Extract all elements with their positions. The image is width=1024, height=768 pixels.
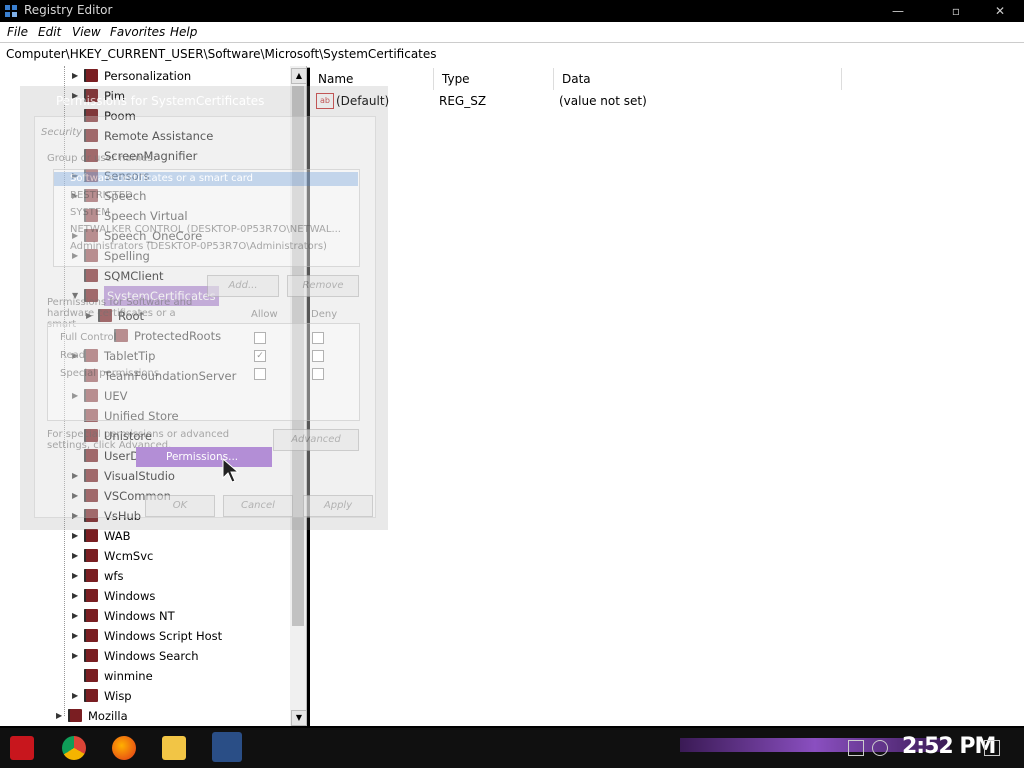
clock[interactable]: 2:52 PM bbox=[902, 734, 996, 759]
add-button[interactable]: Add... bbox=[207, 275, 279, 297]
tree-item-label: winmine bbox=[104, 669, 153, 683]
file-explorer-icon[interactable] bbox=[162, 736, 186, 760]
scroll-up-icon[interactable]: ▲ bbox=[291, 68, 307, 84]
registry-editor-icon bbox=[5, 5, 17, 17]
folder-icon bbox=[84, 69, 98, 82]
tree-item[interactable]: ▶ Mozilla bbox=[56, 706, 300, 726]
minimize-button[interactable]: — bbox=[878, 2, 918, 20]
registry-editor-taskbar-icon[interactable] bbox=[212, 732, 242, 762]
advanced-button[interactable]: Advanced bbox=[273, 429, 359, 451]
tree-item-label: Mozilla bbox=[88, 709, 128, 723]
user-item[interactable]: Software certificates or a smart card bbox=[70, 173, 253, 184]
deny-read-checkbox[interactable] bbox=[312, 350, 324, 362]
group-label: Group or user names: bbox=[47, 153, 156, 164]
folder-icon bbox=[84, 649, 98, 662]
folder-icon bbox=[84, 529, 98, 542]
menu-view[interactable]: View bbox=[72, 25, 101, 39]
close-button[interactable]: ✕ bbox=[980, 2, 1020, 20]
tree-item[interactable]: ▶ Personalization bbox=[72, 66, 300, 86]
folder-icon bbox=[84, 609, 98, 622]
tree-item-label: Wisp bbox=[104, 689, 132, 703]
deny-full-checkbox[interactable] bbox=[312, 332, 324, 344]
tree-item-label: Windows Search bbox=[104, 649, 199, 663]
remove-button[interactable]: Remove bbox=[287, 275, 359, 297]
tree-item-label: WcmSvc bbox=[104, 549, 154, 563]
tree-item[interactable]: ▶ Windows bbox=[72, 586, 300, 606]
network-icon[interactable] bbox=[848, 740, 864, 756]
folder-icon bbox=[68, 709, 82, 722]
tree-item-label: Windows Script Host bbox=[104, 629, 223, 643]
allow-full-checkbox[interactable] bbox=[254, 332, 266, 344]
start-icon[interactable] bbox=[10, 736, 34, 760]
values-list[interactable]: Name Type Data ab (Default) REG_SZ (valu… bbox=[310, 66, 1024, 726]
tab-security[interactable]: Security bbox=[41, 127, 82, 138]
menu-bar: File Edit View Favorites Help bbox=[0, 22, 1024, 42]
user-item[interactable]: SYSTEM bbox=[70, 207, 110, 218]
deny-header: Deny bbox=[311, 309, 338, 320]
folder-icon bbox=[84, 569, 98, 582]
menu-help[interactable]: Help bbox=[170, 25, 197, 39]
menu-edit[interactable]: Edit bbox=[38, 25, 61, 39]
expand-arrow-icon[interactable]: ▶ bbox=[72, 686, 82, 706]
tree-item[interactable]: ▶ WcmSvc bbox=[72, 546, 300, 566]
volume-icon[interactable] bbox=[872, 740, 888, 756]
tree-item[interactable]: ▶ Wisp bbox=[72, 686, 300, 706]
address-path: Computer\HKEY_CURRENT_USER\Software\Micr… bbox=[6, 47, 437, 61]
menu-favorites[interactable]: Favorites bbox=[110, 25, 165, 39]
notifications-icon[interactable] bbox=[984, 740, 1000, 756]
allow-special-checkbox[interactable] bbox=[254, 368, 266, 380]
user-list[interactable]: Software certificates or a smart card RE… bbox=[53, 169, 360, 267]
menu-file[interactable]: File bbox=[7, 25, 28, 39]
folder-icon bbox=[84, 689, 98, 702]
scroll-down-icon[interactable]: ▼ bbox=[291, 710, 307, 726]
maximize-button[interactable]: ▫ bbox=[936, 2, 976, 20]
apply-button[interactable]: Apply bbox=[303, 495, 373, 517]
column-header-type[interactable]: Type bbox=[434, 68, 554, 90]
expand-arrow-icon[interactable]: ▶ bbox=[72, 566, 82, 586]
mouse-cursor-icon bbox=[222, 458, 240, 483]
allow-header: Allow bbox=[251, 309, 278, 320]
dialog-title: Permissions for SystemCertificates bbox=[56, 94, 265, 108]
title-bar: Registry Editor — ▫ ✕ bbox=[0, 0, 1024, 22]
folder-icon bbox=[84, 589, 98, 602]
column-header-data[interactable]: Data bbox=[554, 68, 842, 90]
tree-item[interactable]: ▶ Windows Script Host bbox=[72, 626, 300, 646]
taskbar: 2:52 PM bbox=[0, 728, 1024, 768]
perm-read: Read bbox=[60, 350, 86, 361]
cancel-button[interactable]: Cancel bbox=[223, 495, 293, 517]
folder-icon bbox=[84, 629, 98, 642]
permissions-box: Full Control Read Special permissions ✓ bbox=[47, 323, 360, 421]
tree-item[interactable]: ▶ wfs bbox=[72, 566, 300, 586]
expand-arrow-icon[interactable]: ▶ bbox=[72, 646, 82, 666]
user-item[interactable]: RESTRICTED bbox=[70, 190, 133, 201]
tree-item-label: Personalization bbox=[104, 69, 192, 83]
tree-item-label: Windows bbox=[104, 589, 156, 603]
folder-icon bbox=[84, 549, 98, 562]
expand-arrow-icon[interactable]: ▶ bbox=[72, 586, 82, 606]
perm-special: Special permissions bbox=[60, 368, 160, 379]
expand-arrow-icon[interactable]: ▶ bbox=[72, 606, 82, 626]
folder-icon bbox=[84, 669, 98, 682]
value-type: REG_SZ bbox=[439, 94, 487, 108]
tree-item-label: Windows NT bbox=[104, 609, 175, 623]
expand-arrow-icon[interactable]: ▶ bbox=[72, 546, 82, 566]
chrome-icon[interactable] bbox=[62, 736, 86, 760]
user-item[interactable]: NETWALKER CONTROL (DESKTOP-0P53R7O\NETWA… bbox=[70, 224, 341, 235]
tree-item[interactable]: winmine bbox=[72, 666, 300, 686]
tree-item[interactable]: ▶ Windows Search bbox=[72, 646, 300, 666]
ok-button[interactable]: OK bbox=[145, 495, 215, 517]
permissions-menu-item[interactable]: Permissions... bbox=[136, 447, 272, 467]
address-bar[interactable]: Computer\HKEY_CURRENT_USER\Software\Micr… bbox=[0, 42, 1024, 68]
user-item[interactable]: Administrators (DESKTOP-0P53R7O\Administ… bbox=[70, 241, 327, 252]
firefox-icon[interactable] bbox=[112, 736, 136, 760]
perm-full-control: Full Control bbox=[60, 332, 117, 343]
value-data: (value not set) bbox=[559, 94, 647, 108]
deny-special-checkbox[interactable] bbox=[312, 368, 324, 380]
allow-read-checkbox[interactable]: ✓ bbox=[254, 350, 266, 362]
tree-item-label: wfs bbox=[104, 569, 124, 583]
window-title: Registry Editor bbox=[24, 3, 113, 17]
expand-arrow-icon[interactable]: ▶ bbox=[72, 626, 82, 646]
expand-arrow-icon[interactable]: ▶ bbox=[72, 66, 82, 86]
tree-item[interactable]: ▶ Windows NT bbox=[72, 606, 300, 626]
